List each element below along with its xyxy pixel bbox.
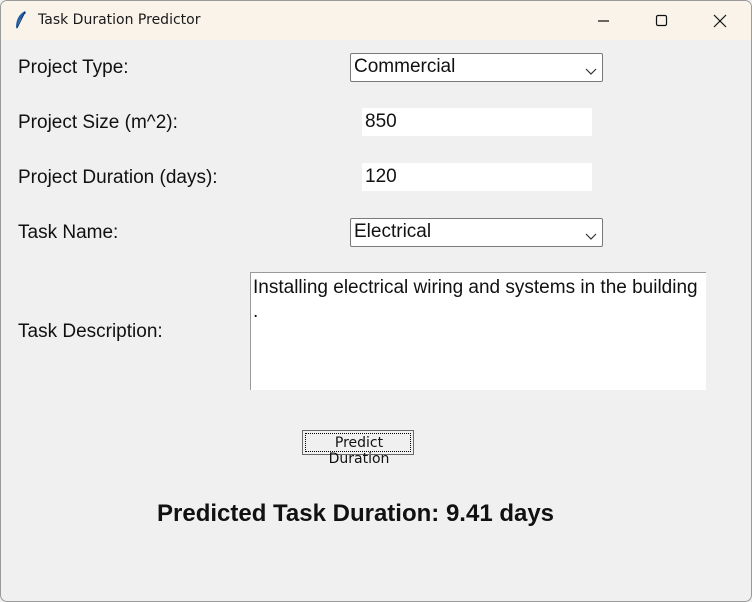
close-button[interactable] <box>691 1 749 40</box>
maximize-icon <box>655 14 668 27</box>
project-duration-label: Project Duration (days): <box>18 167 218 188</box>
app-window: Task Duration Predictor Project Type: Co… <box>0 0 752 602</box>
task-description-input[interactable]: Installing electrical wiring and systems… <box>250 272 706 390</box>
project-size-label: Project Size (m^2): <box>18 112 178 133</box>
task-description-label: Task Description: <box>18 321 163 342</box>
task-description-value: Installing electrical wiring and systems… <box>253 277 698 322</box>
chevron-down-icon <box>585 228 597 246</box>
maximize-button[interactable] <box>633 1 691 40</box>
task-name-select[interactable]: Electrical <box>350 218 603 247</box>
project-duration-input[interactable]: 120 <box>362 163 592 191</box>
minimize-icon <box>598 20 609 22</box>
project-type-label: Project Type: <box>18 57 129 78</box>
project-duration-value: 120 <box>365 166 397 187</box>
chevron-down-icon <box>585 63 597 81</box>
project-type-select[interactable]: Commercial <box>350 53 603 82</box>
project-size-value: 850 <box>365 111 397 132</box>
project-size-input[interactable]: 850 <box>362 108 592 136</box>
window-title: Task Duration Predictor <box>38 12 201 28</box>
task-name-label: Task Name: <box>18 222 119 243</box>
title-bar: Task Duration Predictor <box>1 1 751 40</box>
project-type-value: Commercial <box>354 56 456 77</box>
task-name-value: Electrical <box>354 221 432 242</box>
feather-icon <box>13 10 29 30</box>
predict-duration-button[interactable]: Predict Duration <box>302 430 414 467</box>
prediction-result: Predicted Task Duration: 9.41 days <box>157 500 555 527</box>
predict-duration-label: Predict Duration <box>328 435 390 467</box>
close-icon <box>713 14 727 28</box>
minimize-button[interactable] <box>575 1 633 40</box>
